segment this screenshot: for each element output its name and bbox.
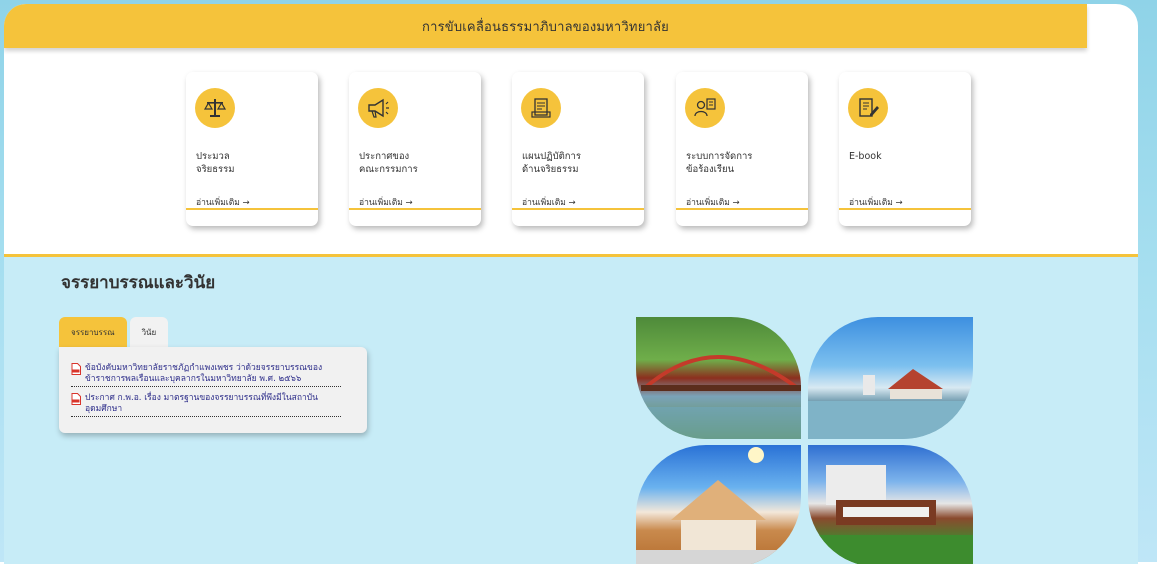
card-title-line: คณะกรรมการ [359, 164, 418, 175]
document-title: ข้อบังคับมหาวิทยาลัยราชภัฏกำแพงเพชร ว่าด… [71, 363, 341, 387]
page-panel: การขับเคลื่อนธรรมาภิบาลของมหาวิทยาลัย ปร… [4, 4, 1138, 564]
tab-ethics[interactable]: จรรยาบรรณ [59, 317, 127, 347]
read-more-link[interactable]: อ่านเพิ่มเติม → [849, 195, 903, 209]
section-tabs: จรรยาบรรณ วินัย [59, 317, 169, 347]
header-bar: การขับเคลื่อนธรรมาภิบาลของมหาวิทยาลัย [4, 4, 1087, 48]
ethics-scale-icon [195, 88, 235, 128]
document-title-line: ข้าราชการพลเรือนและบุคลากรในมหาวิทยาลัย … [85, 374, 302, 384]
complaint-person-icon [685, 88, 725, 128]
tab-discipline[interactable]: วินัย [129, 317, 169, 347]
page-title: การขับเคลื่อนธรรมาภิบาลของมหาวิทยาลัย [422, 19, 669, 35]
document-link[interactable]: ประกาศ ก.พ.อ. เรื่อง มาตรฐานของจรรยาบรรณ… [71, 393, 341, 417]
campus-photo-entrance-sign [808, 445, 973, 564]
pdf-file-icon [71, 363, 81, 379]
read-more-link[interactable]: อ่านเพิ่มเติม → [522, 195, 576, 209]
campus-photo-collage [636, 317, 974, 564]
feature-cards: ประมวล จริยธรรม อ่านเพิ่มเติม → ประกาศขอ… [186, 72, 976, 232]
card-title: แผนปฏิบัติการ ด้านจริยธรรม [522, 150, 640, 176]
plan-document-icon [521, 88, 561, 128]
campus-photo-bridge [636, 317, 801, 439]
document-title-line: อุดมศึกษา [85, 404, 123, 414]
document-title-line: ประกาศ ก.พ.อ. เรื่อง มาตรฐานของจรรยาบรรณ… [85, 393, 318, 403]
read-more-link[interactable]: อ่านเพิ่มเติม → [686, 195, 740, 209]
card-title: ระบบการจัดการ ข้อร้องเรียน [686, 150, 804, 176]
ebook-edit-icon [848, 88, 888, 128]
card-complaint-system[interactable]: ระบบการจัดการ ข้อร้องเรียน อ่านเพิ่มเติม… [676, 72, 808, 226]
card-title-line: E-book [849, 151, 882, 162]
document-link[interactable]: ข้อบังคับมหาวิทยาลัยราชภัฏกำแพงเพชร ว่าด… [71, 363, 341, 387]
campus-photo-lake-building [808, 317, 973, 439]
card-title-line: ด้านจริยธรรม [522, 164, 579, 175]
section-title: จรรยาบรรณและวินัย [61, 273, 216, 293]
card-committee-announcements[interactable]: ประกาศของ คณะกรรมการ อ่านเพิ่มเติม → [349, 72, 481, 226]
card-title-line: ประมวล [196, 151, 230, 162]
card-title-line: แผนปฏิบัติการ [522, 151, 581, 162]
card-ethics-code[interactable]: ประมวล จริยธรรม อ่านเพิ่มเติม → [186, 72, 318, 226]
document-title-line: ข้อบังคับมหาวิทยาลัยราชภัฏกำแพงเพชร ว่าด… [85, 363, 323, 373]
card-title: ประกาศของ คณะกรรมการ [359, 150, 477, 176]
read-more-link[interactable]: อ่านเพิ่มเติม → [196, 195, 250, 209]
pdf-file-icon [71, 393, 81, 409]
megaphone-icon [358, 88, 398, 128]
card-ebook[interactable]: E-book อ่านเพิ่มเติม → [839, 72, 971, 226]
card-ethics-action-plan[interactable]: แผนปฏิบัติการ ด้านจริยธรรม อ่านเพิ่มเติม… [512, 72, 644, 226]
card-title-line: ระบบการจัดการ [686, 151, 753, 162]
campus-photo-pavilion [636, 445, 801, 564]
card-title-line: จริยธรรม [196, 164, 235, 175]
documents-panel: ข้อบังคับมหาวิทยาลัยราชภัฏกำแพงเพชร ว่าด… [59, 347, 367, 433]
read-more-link[interactable]: อ่านเพิ่มเติม → [359, 195, 413, 209]
document-title: ประกาศ ก.พ.อ. เรื่อง มาตรฐานของจรรยาบรรณ… [71, 393, 341, 417]
card-title: E-book [849, 150, 967, 163]
card-title-line: ประกาศของ [359, 151, 410, 162]
card-title: ประมวล จริยธรรม [196, 150, 314, 176]
browser-frame: การขับเคลื่อนธรรมาภิบาลของมหาวิทยาลัย ปร… [0, 0, 1157, 564]
card-title-line: ข้อร้องเรียน [686, 164, 735, 175]
